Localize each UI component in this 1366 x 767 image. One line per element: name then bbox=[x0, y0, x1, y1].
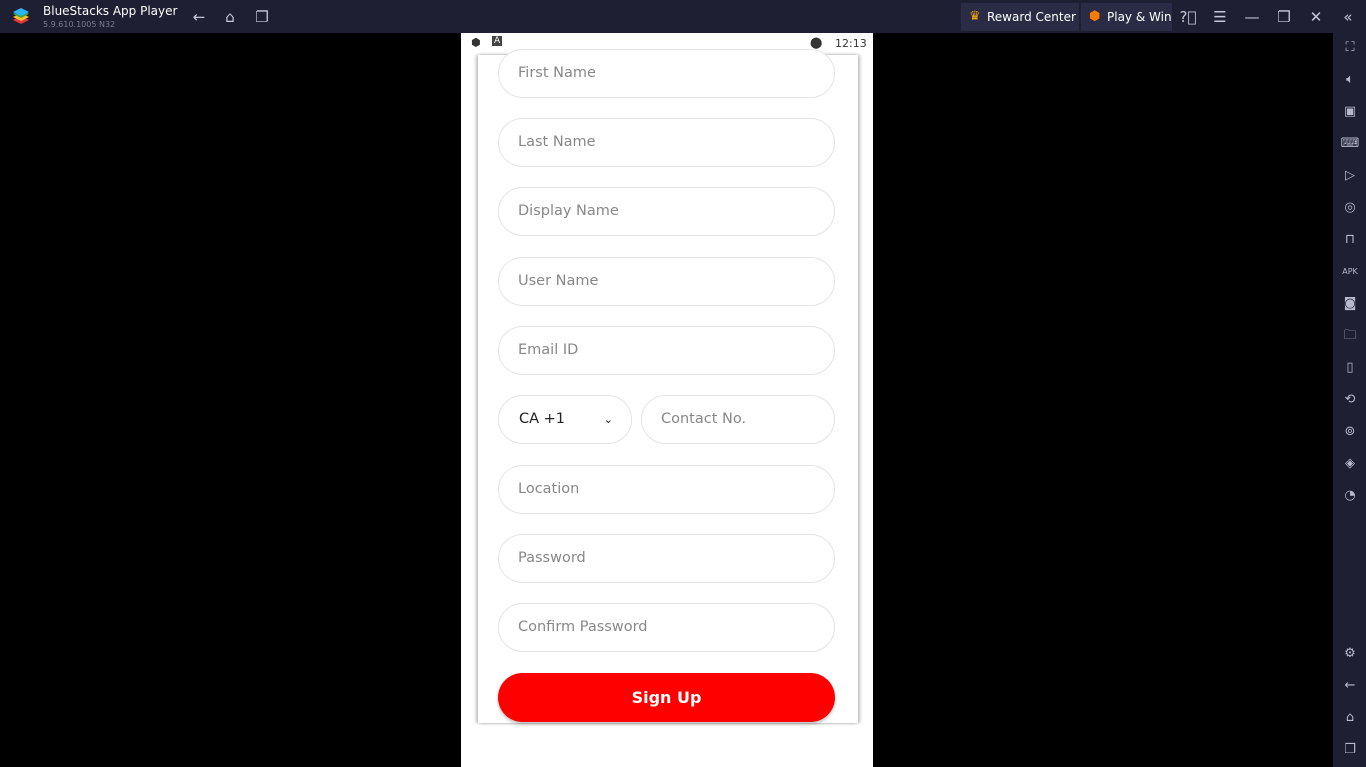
last-name-input[interactable]: Last Name bbox=[498, 118, 835, 167]
apk-icon[interactable]: APK bbox=[1339, 261, 1361, 283]
notification-a-icon: A bbox=[492, 36, 503, 46]
location-input[interactable]: Location bbox=[498, 465, 835, 514]
location-pin-icon: ⬤ bbox=[810, 36, 823, 49]
pointer-icon[interactable]: ▣ bbox=[1339, 101, 1361, 123]
user-name-input[interactable]: User Name bbox=[498, 257, 835, 306]
badge-icon: ⬢ bbox=[1089, 9, 1101, 24]
macro-play-icon[interactable]: ▷ bbox=[1339, 165, 1361, 187]
password-input[interactable]: Password bbox=[498, 534, 835, 583]
speed-icon[interactable]: ◔ bbox=[1339, 485, 1361, 507]
sync-icon[interactable]: ◎ bbox=[1339, 197, 1361, 219]
play-win-button[interactable]: ⬢ Play & Win bbox=[1081, 3, 1172, 31]
collapse-sidebar-icon[interactable]: « bbox=[1337, 6, 1359, 28]
android-home-icon[interactable]: ⌂ bbox=[1339, 707, 1361, 729]
rotate-icon[interactable]: ⟲ bbox=[1339, 389, 1361, 411]
location-icon[interactable]: ⊚ bbox=[1339, 421, 1361, 443]
app-name: BlueStacks App Player bbox=[43, 4, 178, 18]
multi-tab-icon[interactable]: ❐ bbox=[251, 6, 273, 28]
first-name-input[interactable]: First Name bbox=[498, 49, 835, 98]
display-name-input[interactable]: Display Name bbox=[498, 187, 835, 236]
keyboard-icon[interactable]: ⌨ bbox=[1339, 133, 1361, 155]
country-code-select[interactable]: CA +1 ⌄ bbox=[498, 395, 632, 444]
reward-center-button[interactable]: ♛ Reward Center bbox=[961, 3, 1079, 31]
app-version: 5.9.610.1005 N32 bbox=[43, 20, 116, 29]
multi-instance-icon[interactable]: ▯ bbox=[1339, 357, 1361, 379]
reward-center-label: Reward Center bbox=[987, 10, 1076, 24]
confirm-password-input[interactable]: Confirm Password bbox=[498, 603, 835, 652]
game-controls-icon[interactable]: ⊓ bbox=[1339, 229, 1361, 251]
play-protect-icon: ⬢ bbox=[471, 36, 481, 49]
settings-icon[interactable]: ⚙ bbox=[1339, 643, 1361, 665]
clock: 12:13 bbox=[835, 37, 867, 50]
back-arrow-icon[interactable]: ← bbox=[188, 6, 210, 28]
screenshot-icon[interactable]: ◙ bbox=[1339, 293, 1361, 315]
chevron-down-icon: ⌄ bbox=[603, 413, 613, 426]
email-input[interactable]: Email ID bbox=[498, 326, 835, 375]
signup-button[interactable]: Sign Up bbox=[498, 673, 835, 722]
play-win-label: Play & Win bbox=[1107, 10, 1172, 24]
minimize-icon[interactable]: — bbox=[1241, 6, 1263, 28]
bluestacks-logo bbox=[13, 8, 29, 24]
close-icon[interactable]: ✕ bbox=[1305, 6, 1327, 28]
restore-icon[interactable]: ❐ bbox=[1273, 6, 1295, 28]
help-icon[interactable]: ?⃝ bbox=[1177, 6, 1199, 28]
fullscreen-icon[interactable]: ⛶ bbox=[1339, 37, 1361, 59]
right-sidebar: ⛶ 🔈︎ ▣ ⌨ ▷ ◎ ⊓ APK ◙ 🗀 ▯ ⟲ ⊚ ◈ ◔ ⚙ ← ⌂ ❐ bbox=[1333, 33, 1366, 767]
layers-icon[interactable]: ◈ bbox=[1339, 453, 1361, 475]
android-recents-icon[interactable]: ❐ bbox=[1339, 739, 1361, 761]
android-screen: ⬢ A ⬤ 12:13 First Name Last Name Display… bbox=[461, 33, 873, 767]
volume-icon[interactable]: 🔈︎ bbox=[1339, 69, 1361, 91]
title-bar: BlueStacks App Player 5.9.610.1005 N32 ←… bbox=[0, 0, 1366, 33]
android-back-icon[interactable]: ← bbox=[1339, 675, 1361, 697]
crown-icon: ♛ bbox=[969, 9, 981, 24]
folder-icon[interactable]: 🗀 bbox=[1339, 325, 1361, 347]
menu-icon[interactable]: ☰ bbox=[1209, 6, 1231, 28]
country-code-value: CA +1 bbox=[519, 411, 566, 427]
home-icon[interactable]: ⌂ bbox=[219, 6, 241, 28]
contact-input[interactable]: Contact No. bbox=[641, 395, 835, 444]
signup-form: First Name Last Name Display Name User N… bbox=[478, 49, 858, 723]
